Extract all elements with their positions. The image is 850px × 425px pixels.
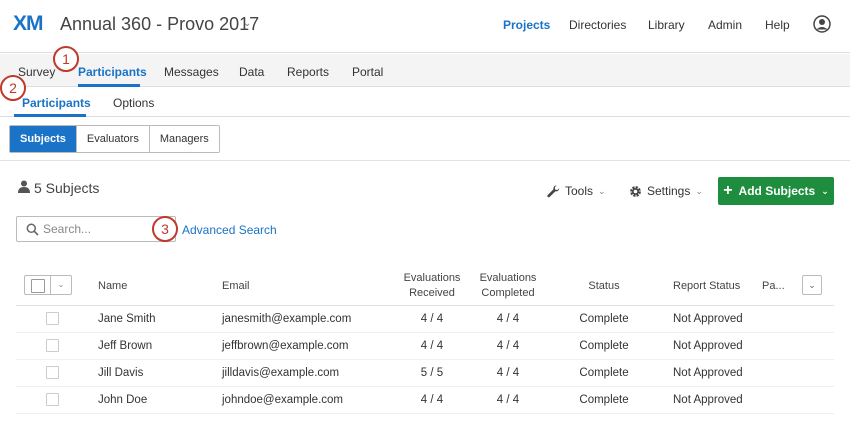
search-input[interactable] [43, 220, 169, 238]
select-all-checkbox[interactable] [25, 276, 51, 294]
column-header-name[interactable]: Name [98, 279, 127, 294]
add-subjects-button[interactable]: + Add Subjects ⌄ [718, 177, 834, 205]
nav-projects[interactable]: Projects [503, 18, 550, 32]
cell-name: Jill Davis [98, 367, 144, 379]
project-tabs: Survey Participants Messages Data Report… [0, 54, 850, 87]
annotation-marker-2: 2 [0, 75, 26, 101]
cell-email: jeffbrown@example.com [222, 340, 349, 352]
add-subjects-label: Add Subjects [738, 184, 816, 198]
managers-button[interactable]: Managers [149, 126, 219, 152]
cell-received: 4 / 4 [420, 340, 444, 352]
cell-completed: 4 / 4 [496, 313, 520, 325]
settings-menu-button[interactable]: Settings ⌄ [629, 184, 703, 198]
subjects-button[interactable]: Subjects [10, 126, 77, 152]
cell-report-status: Not Approved [673, 313, 743, 325]
nav-admin[interactable]: Admin [708, 18, 742, 32]
section-divider [0, 160, 850, 161]
cell-report-status: Not Approved [673, 394, 743, 406]
tab-participants[interactable]: Participants [78, 65, 147, 79]
table-row[interactable]: John Doe johndoe@example.com 4 / 4 4 / 4… [16, 387, 834, 414]
chevron-down-icon[interactable]: ⌄ [51, 276, 71, 294]
column-options-chevron-icon[interactable]: ⌄ [802, 275, 822, 295]
nav-directories[interactable]: Directories [569, 18, 626, 32]
column-header-truncated[interactable]: Pa... [762, 279, 785, 294]
tab-survey[interactable]: Survey [18, 65, 55, 79]
annotation-marker-3: 3 [152, 216, 178, 242]
cell-status: Complete [579, 340, 629, 352]
cell-status: Complete [579, 313, 629, 325]
cell-report-status: Not Approved [673, 367, 743, 379]
chevron-down-icon: ⌄ [695, 185, 703, 196]
row-checkbox[interactable] [46, 312, 59, 325]
table-row[interactable]: Jeff Brown jeffbrown@example.com 4 / 4 4… [16, 333, 834, 360]
table-row[interactable]: Jill Davis jilldavis@example.com 5 / 5 4… [16, 360, 834, 387]
active-subtab-indicator [14, 114, 86, 117]
tools-menu-button[interactable]: Tools ⌄ [547, 184, 606, 198]
tab-data[interactable]: Data [239, 65, 264, 79]
project-title[interactable]: Annual 360 - Provo 2017 [60, 14, 259, 35]
table-row[interactable]: Jane Smith janesmith@example.com 4 / 4 4… [16, 306, 834, 333]
cell-received: 4 / 4 [420, 313, 444, 325]
top-header: XM Annual 360 - Provo 2017 ⌄ Projects Di… [0, 0, 850, 53]
row-checkbox[interactable] [46, 393, 59, 406]
chevron-down-icon: ⌄ [821, 185, 829, 196]
column-header-email[interactable]: Email [222, 279, 250, 294]
row-checkbox[interactable] [46, 366, 59, 379]
tab-portal[interactable]: Portal [352, 65, 383, 79]
cell-completed: 4 / 4 [496, 340, 520, 352]
cell-received: 5 / 5 [420, 367, 444, 379]
gear-icon [630, 185, 641, 197]
cell-name: Jeff Brown [98, 340, 153, 352]
nav-library[interactable]: Library [648, 18, 685, 32]
cell-report-status: Not Approved [673, 340, 743, 352]
column-header-evaluations-received[interactable]: Evaluations Received [392, 271, 472, 301]
cell-name: Jane Smith [98, 313, 156, 325]
subject-count: 5 Subjects [34, 180, 100, 196]
wrench-icon [547, 184, 560, 197]
cell-status: Complete [579, 367, 629, 379]
tools-label: Tools [565, 184, 594, 198]
participant-type-switcher: Subjects Evaluators Managers [9, 125, 220, 153]
tab-messages[interactable]: Messages [164, 65, 219, 79]
participant-subtabs: Participants Options [0, 87, 850, 117]
cell-received: 4 / 4 [420, 394, 444, 406]
plus-icon: + [723, 182, 733, 199]
chevron-down-icon: ⌄ [598, 185, 606, 196]
subtab-participants[interactable]: Participants [22, 96, 91, 110]
settings-label: Settings [647, 184, 691, 198]
row-checkbox[interactable] [46, 339, 59, 352]
chevron-down-icon[interactable]: ⌄ [243, 18, 251, 29]
xm-logo[interactable]: XM [13, 12, 43, 36]
person-icon [18, 180, 30, 193]
cell-status: Complete [579, 394, 629, 406]
cell-email: janesmith@example.com [222, 313, 352, 325]
column-header-status[interactable]: Status [564, 279, 644, 294]
evaluators-button[interactable]: Evaluators [76, 126, 150, 152]
search-icon [26, 223, 39, 236]
cell-email: jilldavis@example.com [222, 367, 340, 379]
advanced-search-link[interactable]: Advanced Search [182, 223, 277, 237]
annotation-marker-1: 1 [53, 46, 79, 72]
select-all-dropdown[interactable]: ⌄ [24, 275, 72, 295]
cell-email: johndoe@example.com [222, 394, 343, 406]
cell-completed: 4 / 4 [496, 394, 520, 406]
subtab-options[interactable]: Options [113, 96, 154, 110]
cell-name: John Doe [98, 394, 148, 406]
column-header-report-status[interactable]: Report Status [673, 279, 740, 294]
nav-help[interactable]: Help [765, 18, 790, 32]
column-header-evaluations-completed[interactable]: Evaluations Completed [468, 271, 548, 301]
user-account-icon[interactable] [813, 15, 831, 33]
cell-completed: 4 / 4 [496, 367, 520, 379]
tab-reports[interactable]: Reports [287, 65, 329, 79]
